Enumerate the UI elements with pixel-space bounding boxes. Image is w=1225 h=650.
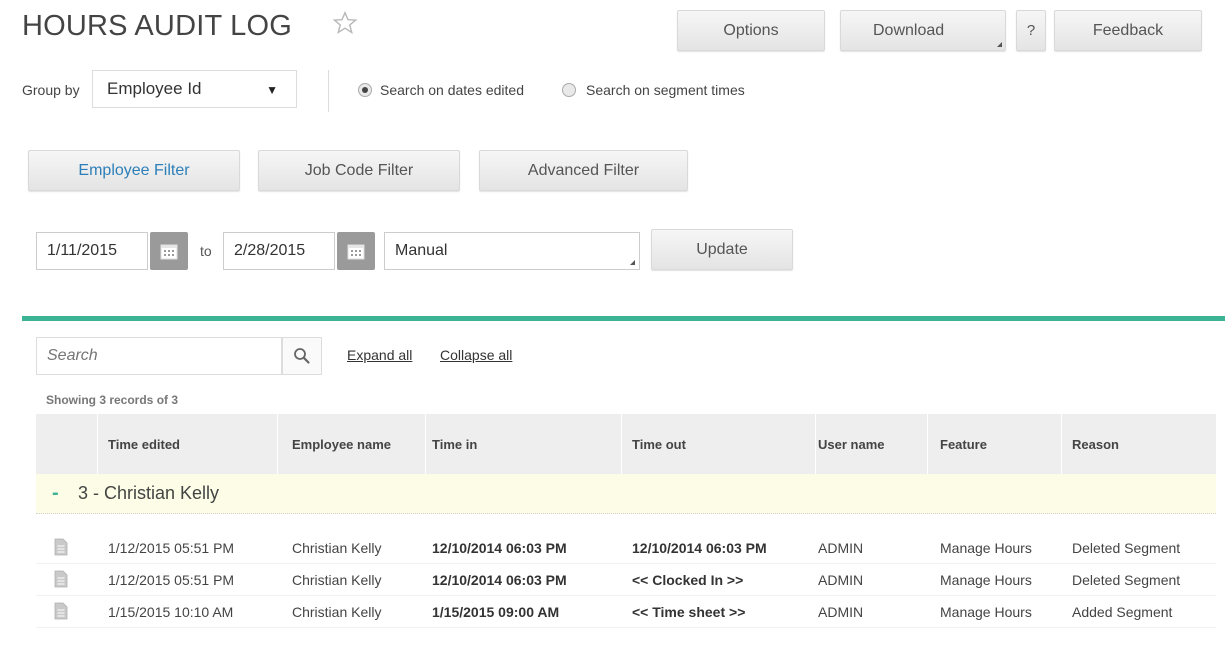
cell-employee-name: Christian Kelly (292, 572, 382, 588)
page-title: HOURS AUDIT LOG (22, 10, 292, 42)
cell-employee-name: Christian Kelly (292, 540, 382, 556)
vertical-divider (328, 70, 329, 112)
search-icon (294, 348, 310, 364)
tab-job-code-filter[interactable]: Job Code Filter (258, 150, 460, 191)
cell-time-out: 12/10/2014 06:03 PM (632, 540, 767, 556)
tab-employee-filter-label: Employee Filter (78, 161, 190, 179)
column-header-icon (36, 414, 98, 474)
update-button-label: Update (696, 240, 748, 258)
cell-user-name: ADMIN (818, 604, 864, 620)
column-header[interactable]: Feature (928, 414, 1062, 474)
calendar-from-button[interactable] (150, 232, 188, 270)
column-header[interactable]: Time in (426, 414, 622, 474)
collapse-toggle[interactable]: - (52, 482, 59, 505)
radio-segment-times-label: Search on segment times (586, 82, 745, 98)
feedback-button[interactable]: Feedback (1054, 10, 1202, 51)
column-header[interactable]: Employee name (278, 414, 426, 474)
table-row[interactable]: 1/15/2015 10:10 AM Christian Kelly 1/15/… (36, 596, 1216, 628)
cell-time-in: 12/10/2014 06:03 PM (432, 572, 567, 588)
table-row[interactable]: 1/12/2015 05:51 PM Christian Kelly 12/10… (36, 564, 1216, 596)
date-mode-select[interactable]: Manual (384, 232, 640, 270)
group-by-select[interactable]: Employee Id ▼ (92, 70, 297, 108)
cell-time-out: << Time sheet >> (632, 604, 746, 620)
column-header[interactable]: User name (816, 414, 928, 474)
tab-advanced-filter[interactable]: Advanced Filter (479, 150, 688, 191)
feedback-button-label: Feedback (1092, 21, 1164, 39)
calendar-icon (160, 244, 178, 260)
help-button[interactable]: ? (1016, 10, 1046, 51)
download-button-label: Download (873, 21, 945, 39)
tab-job-code-filter-label: Job Code Filter (304, 161, 414, 179)
options-button[interactable]: Options (677, 10, 825, 51)
cell-user-name: ADMIN (818, 572, 864, 588)
cell-user-name: ADMIN (818, 540, 864, 556)
search-button[interactable] (282, 337, 322, 375)
table-row[interactable]: 1/12/2015 05:51 PM Christian Kelly 12/10… (36, 532, 1216, 564)
table-header: Time edited Employee name Time in Time o… (36, 414, 1216, 474)
cell-reason: Deleted Segment (1072, 540, 1181, 556)
column-header[interactable]: Reason (1062, 414, 1216, 474)
date-to-value: 2/28/2015 (234, 242, 306, 259)
group-by-label: Group by (22, 82, 80, 98)
cell-reason: Added Segment (1072, 604, 1173, 620)
search-input[interactable] (36, 337, 282, 375)
group-row[interactable]: - 3 - Christian Kelly (36, 474, 1216, 514)
section-divider (22, 316, 1225, 321)
radio-dates-edited-label: Search on dates edited (380, 82, 524, 98)
radio-segment-times[interactable] (562, 83, 576, 97)
cell-time-edited: 1/15/2015 10:10 AM (108, 604, 234, 620)
document-icon[interactable] (54, 570, 68, 588)
cell-time-edited: 1/12/2015 05:51 PM (108, 540, 235, 556)
column-header[interactable]: Time edited (98, 414, 278, 474)
star-icon[interactable] (332, 10, 358, 36)
date-from-input[interactable]: 1/11/2015 (36, 232, 148, 270)
tab-employee-filter[interactable]: Employee Filter (28, 150, 240, 191)
download-button[interactable]: Download (840, 10, 1006, 51)
column-header[interactable]: Time out (622, 414, 816, 474)
calendar-to-button[interactable] (337, 232, 375, 270)
date-mode-value: Manual (395, 242, 448, 259)
cell-time-out: << Clocked In >> (632, 572, 744, 588)
caret-down-icon: ▼ (266, 83, 278, 97)
expand-all-link[interactable]: Expand all (347, 347, 412, 363)
date-from-value: 1/11/2015 (47, 242, 117, 259)
cell-feature: Manage Hours (940, 604, 1032, 620)
group-by-value: Employee Id (107, 79, 202, 98)
date-to-input[interactable]: 2/28/2015 (223, 232, 335, 270)
dropdown-corner-icon (997, 42, 1002, 47)
cell-time-in: 1/15/2015 09:00 AM (432, 604, 560, 620)
update-button[interactable]: Update (651, 229, 793, 270)
tab-advanced-filter-label: Advanced Filter (527, 161, 640, 179)
date-range-to-label: to (200, 243, 212, 259)
document-icon[interactable] (54, 602, 68, 620)
cell-time-edited: 1/12/2015 05:51 PM (108, 572, 235, 588)
document-icon[interactable] (54, 538, 68, 556)
help-button-label: ? (1026, 22, 1036, 39)
calendar-icon (347, 244, 365, 260)
cell-feature: Manage Hours (940, 540, 1032, 556)
cell-reason: Deleted Segment (1072, 572, 1181, 588)
dropdown-corner-icon (630, 260, 635, 265)
cell-employee-name: Christian Kelly (292, 604, 382, 620)
options-button-label: Options (723, 21, 779, 39)
radio-dates-edited[interactable] (358, 83, 372, 97)
collapse-all-link[interactable]: Collapse all (440, 347, 512, 363)
record-count: Showing 3 records of 3 (46, 393, 179, 407)
group-title: 3 - Christian Kelly (78, 483, 220, 503)
cell-time-in: 12/10/2014 06:03 PM (432, 540, 567, 556)
cell-feature: Manage Hours (940, 572, 1032, 588)
